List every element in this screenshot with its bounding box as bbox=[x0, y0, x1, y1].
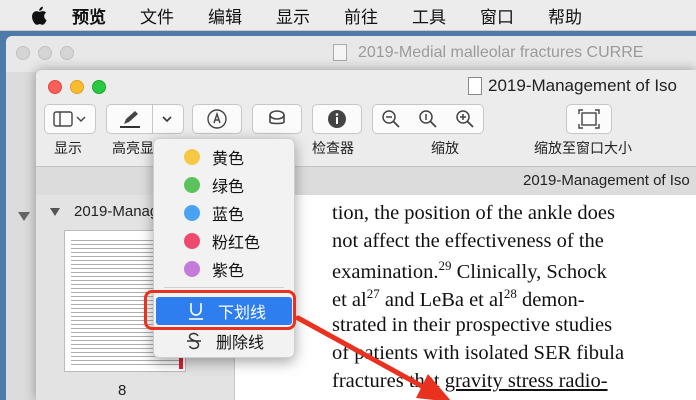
annotation-arrow-icon bbox=[295, 315, 451, 400]
